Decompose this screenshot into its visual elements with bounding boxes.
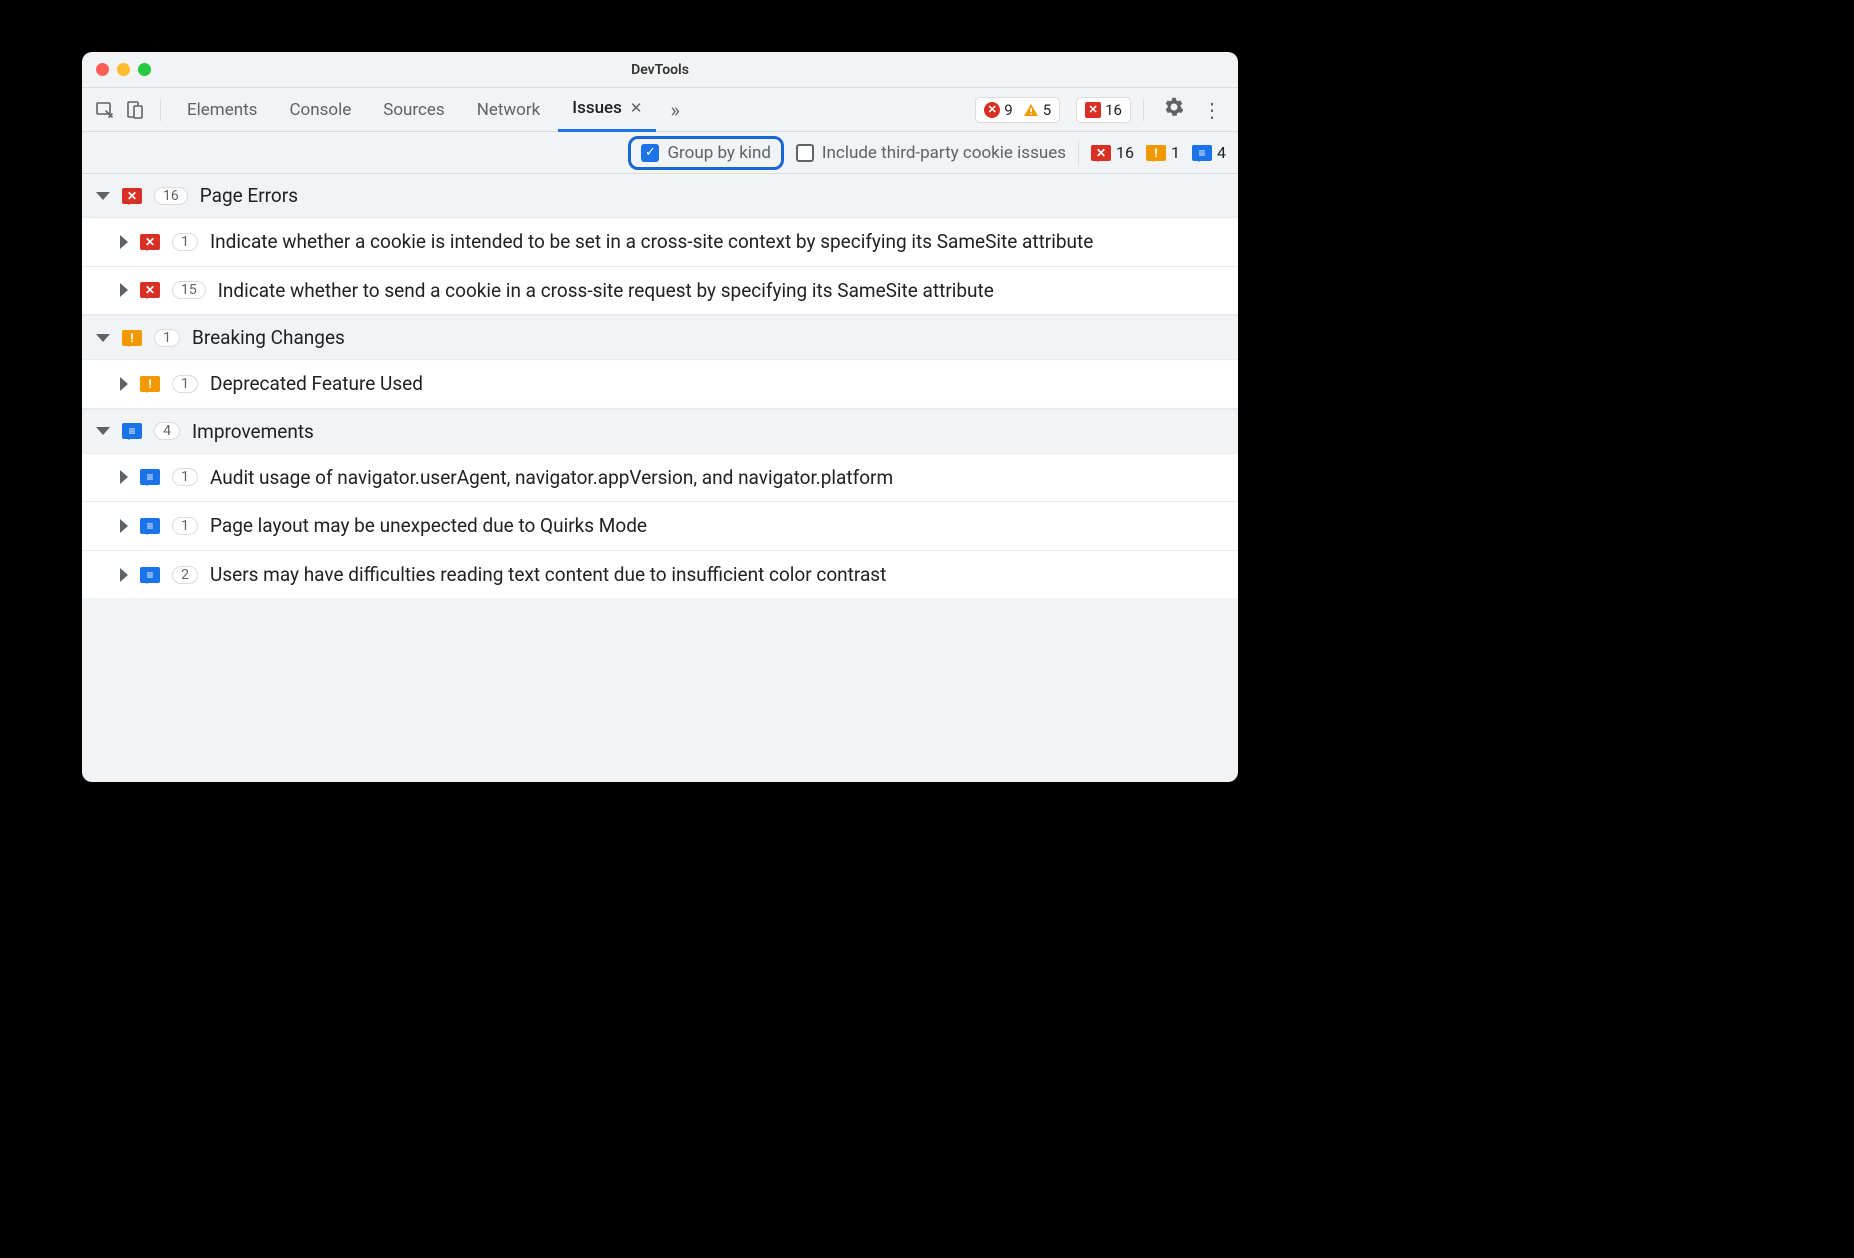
chevron-right-icon — [120, 568, 128, 582]
error-speech-icon: ✕ — [140, 282, 160, 298]
warning-speech-icon: ! — [122, 330, 142, 346]
traffic-lights — [82, 63, 151, 76]
chevron-right-icon — [120, 235, 128, 249]
issue-row[interactable]: ✕ 1 Indicate whether a cookie is intende… — [82, 218, 1238, 267]
issue-row[interactable]: ≡ 1 Audit usage of navigator.userAgent, … — [82, 454, 1238, 503]
issue-title: Page layout may be unexpected due to Qui… — [210, 512, 1224, 540]
maximize-window-button[interactable] — [138, 63, 151, 76]
third-party-cookies-label: Include third-party cookie issues — [822, 143, 1066, 163]
chevron-right-icon — [120, 377, 128, 391]
issue-count: 2 — [172, 566, 198, 584]
issue-count: 1 — [172, 468, 198, 486]
issues-list: ✕ 16 Page Errors ✕ 1 Indicate whether a … — [82, 174, 1238, 598]
error-speech-icon: ✕ — [1091, 145, 1111, 161]
group-header-breaking-changes[interactable]: ! 1 Breaking Changes — [82, 315, 1238, 360]
warning-count: 5 — [1043, 101, 1051, 119]
group-header-improvements[interactable]: ≡ 4 Improvements — [82, 409, 1238, 454]
issue-title: Users may have difficulties reading text… — [210, 561, 1224, 589]
warning-speech-icon: ! — [1146, 145, 1166, 161]
issue-row[interactable]: ≡ 2 Users may have difficulties reading … — [82, 551, 1238, 599]
info-speech-icon: ≡ — [140, 567, 160, 583]
device-toolbar-icon[interactable] — [122, 97, 148, 123]
chevron-right-icon — [120, 519, 128, 533]
tab-sources[interactable]: Sources — [369, 88, 458, 132]
info-speech-icon: ≡ — [122, 423, 142, 439]
chevron-down-icon — [96, 334, 110, 342]
warning-icon — [1023, 102, 1039, 118]
inspect-element-icon[interactable] — [92, 97, 118, 123]
summary-warnings[interactable]: !1 — [1146, 143, 1180, 162]
summary-info[interactable]: ≡4 — [1192, 143, 1226, 162]
group-count: 16 — [154, 187, 188, 205]
main-tabstrip: Elements Console Sources Network Issues … — [82, 88, 1238, 132]
chevron-down-icon — [96, 192, 110, 200]
close-tab-icon[interactable]: ✕ — [630, 99, 643, 117]
group-title: Page Errors — [200, 184, 298, 207]
issue-row[interactable]: ≡ 1 Page layout may be unexpected due to… — [82, 502, 1238, 551]
group-header-page-errors[interactable]: ✕ 16 Page Errors — [82, 174, 1238, 218]
group-by-kind-checkbox[interactable]: ✓ Group by kind — [628, 136, 783, 170]
devtools-window: DevTools Elements Console Sources Networ… — [82, 52, 1238, 782]
checkbox-icon: ✓ — [641, 144, 659, 162]
tab-issues[interactable]: Issues ✕ — [558, 88, 656, 132]
more-tabs-icon[interactable]: » — [660, 98, 689, 122]
issue-row[interactable]: ✕ 15 Indicate whether to send a cookie i… — [82, 267, 1238, 316]
issues-filterbar: ✓ Group by kind Include third-party cook… — [82, 132, 1238, 174]
console-counter[interactable]: ✕9 5 — [975, 97, 1060, 123]
issue-count: 15 — [172, 281, 206, 299]
group-count: 4 — [154, 422, 180, 440]
issue-title: Indicate whether a cookie is intended to… — [210, 228, 1224, 256]
kebab-menu-icon[interactable]: ⋮ — [1196, 98, 1228, 122]
warning-speech-icon: ! — [140, 376, 160, 392]
issue-count: 1 — [172, 233, 198, 251]
divider — [1143, 99, 1144, 121]
tab-elements[interactable]: Elements — [173, 88, 271, 132]
info-speech-icon: ≡ — [1192, 145, 1212, 161]
close-window-button[interactable] — [96, 63, 109, 76]
error-speech-icon: ✕ — [122, 188, 142, 204]
group-by-kind-label: Group by kind — [667, 143, 770, 163]
chevron-right-icon — [120, 283, 128, 297]
issue-row[interactable]: ! 1 Deprecated Feature Used — [82, 360, 1238, 409]
issue-count: 1 — [172, 517, 198, 535]
issue-title: Indicate whether to send a cookie in a c… — [218, 277, 1224, 305]
error-speech-icon: ✕ — [140, 234, 160, 250]
error-icon: ✕ — [984, 102, 1000, 118]
info-speech-icon: ≡ — [140, 518, 160, 534]
issue-title: Audit usage of navigator.userAgent, navi… — [210, 464, 1224, 492]
third-party-cookies-checkbox[interactable]: Include third-party cookie issues — [796, 143, 1066, 163]
issues-counter[interactable]: ✕16 — [1076, 97, 1131, 123]
window-title: DevTools — [82, 62, 1238, 78]
tab-network[interactable]: Network — [463, 88, 555, 132]
error-count: 9 — [1004, 101, 1012, 119]
issue-title: Deprecated Feature Used — [210, 370, 1224, 398]
chevron-down-icon — [96, 427, 110, 435]
chevron-right-icon — [120, 470, 128, 484]
minimize-window-button[interactable] — [117, 63, 130, 76]
group-title: Improvements — [192, 420, 314, 443]
divider — [1078, 141, 1079, 165]
block-count: 16 — [1105, 101, 1122, 119]
issue-count: 1 — [172, 375, 198, 393]
checkbox-icon — [796, 144, 814, 162]
titlebar: DevTools — [82, 52, 1238, 88]
block-icon: ✕ — [1085, 102, 1101, 118]
divider — [160, 99, 161, 121]
group-title: Breaking Changes — [192, 326, 345, 349]
tab-console[interactable]: Console — [275, 88, 365, 132]
settings-icon[interactable] — [1156, 97, 1192, 122]
summary-errors[interactable]: ✕16 — [1091, 143, 1134, 162]
group-count: 1 — [154, 329, 180, 347]
info-speech-icon: ≡ — [140, 469, 160, 485]
